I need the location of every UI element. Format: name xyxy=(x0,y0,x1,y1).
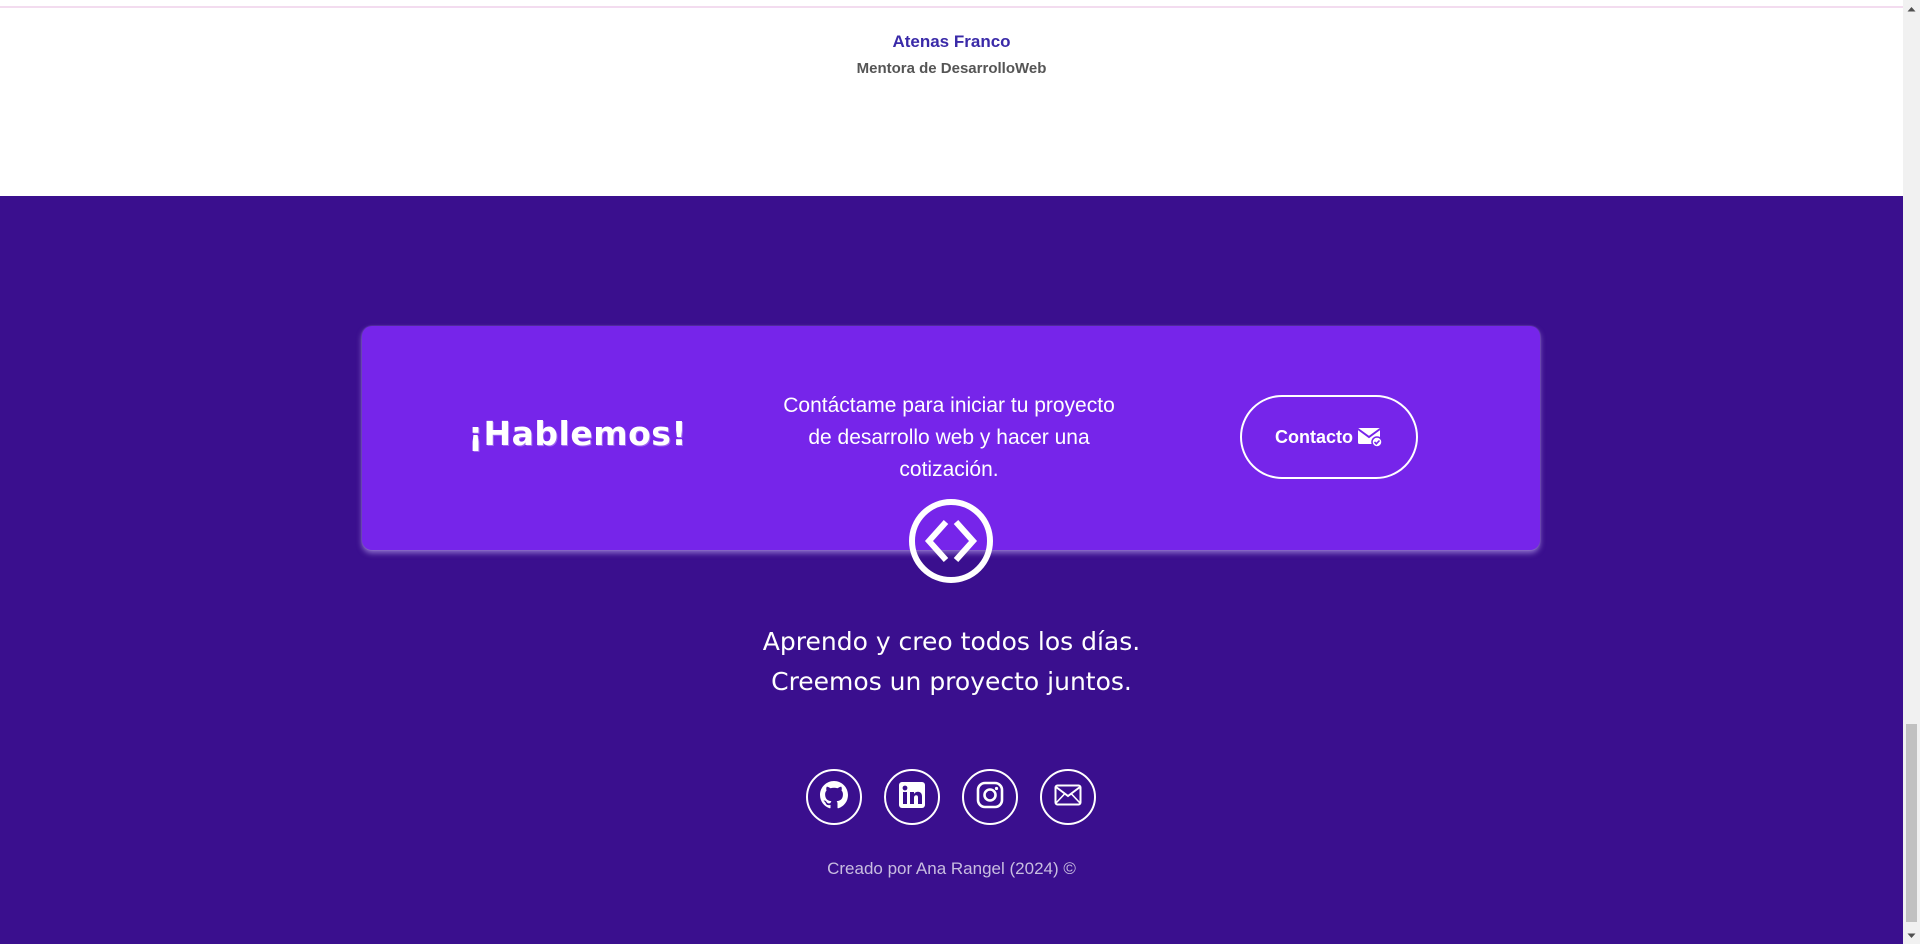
cta-description: Contáctame para iniciar tu proyecto de d… xyxy=(783,394,1115,481)
code-circle-icon xyxy=(908,498,994,584)
github-icon xyxy=(820,781,848,813)
copyright: Creado por Ana Rangel (2024) © xyxy=(827,859,1076,878)
vertical-scrollbar[interactable] xyxy=(1903,0,1920,944)
email-link[interactable] xyxy=(1040,769,1096,825)
page: Atenas Franco Mentora de DesarrolloWeb ¡… xyxy=(0,0,1903,944)
scroll-up-arrow-icon[interactable] xyxy=(1903,0,1920,17)
scroll-down-arrow-icon[interactable] xyxy=(1903,927,1920,944)
divider xyxy=(0,6,1903,8)
instagram-link[interactable] xyxy=(962,769,1018,825)
mail-check-icon xyxy=(1357,426,1383,448)
footer-slogan: Aprendo y creo todos los días. Creemos u… xyxy=(0,622,1903,702)
github-link[interactable] xyxy=(806,769,862,825)
slogan-line-2: Creemos un proyecto juntos. xyxy=(771,667,1132,696)
scrollbar-thumb[interactable] xyxy=(1906,724,1917,922)
instagram-icon xyxy=(976,781,1004,813)
contact-button[interactable]: Contacto xyxy=(1240,395,1418,479)
testimonial-author-role: Mentora de DesarrolloWeb xyxy=(856,60,1047,77)
email-icon xyxy=(1054,784,1082,810)
linkedin-link[interactable] xyxy=(884,769,940,825)
contact-button-label: Contacto xyxy=(1275,426,1353,447)
footer: ¡Hablemos! Contáctame para iniciar tu pr… xyxy=(0,196,1903,944)
testimonial-author-name: Atenas Franco xyxy=(892,32,1011,51)
social-links xyxy=(806,769,1096,825)
cta-title: ¡Hablemos! xyxy=(468,414,688,453)
testimonial-section: Atenas Franco Mentora de DesarrolloWeb xyxy=(0,0,1903,196)
slogan-line-1: Aprendo y creo todos los días. xyxy=(762,627,1141,656)
linkedin-icon xyxy=(898,781,926,813)
